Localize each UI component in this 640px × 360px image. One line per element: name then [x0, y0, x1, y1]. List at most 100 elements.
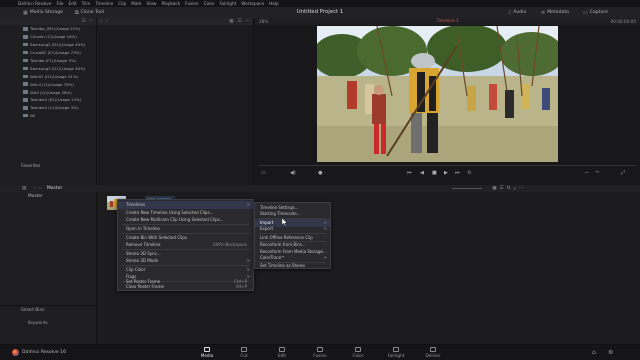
drive-item[interactable]: Wdc01 (H1)(Usage 51%) [0, 72, 96, 80]
menu-item-label: Stereo 3D Sync... [126, 251, 161, 256]
mark-out-icon[interactable]: ¬ [595, 170, 599, 176]
menu-file[interactable]: File [56, 1, 63, 6]
transport-controls: ▭ ◀) · ● · ⏮ ◀ ■ ▶ ⏭ ⟲ ⌐ ¬ ⤢ [255, 169, 640, 179]
submenu-item-export[interactable]: Export > [255, 225, 330, 233]
menu-color[interactable]: Color [204, 1, 215, 6]
menu-workspace[interactable]: Workspace [241, 1, 264, 6]
menu-item-stereo-mode[interactable]: Stereo 3D Mode > [118, 257, 253, 265]
menu-item-label: Stereo 3D Mode [126, 258, 159, 263]
fullscreen-icon[interactable]: ⤢ [621, 170, 625, 176]
menu-edit[interactable]: Edit [68, 1, 76, 6]
loop-icon[interactable]: ⟲ [467, 170, 471, 176]
menu-fusion[interactable]: Fusion [185, 1, 198, 6]
menu-timeline[interactable]: Timeline [95, 1, 113, 6]
grid-view-icon[interactable]: ▦ [229, 19, 233, 24]
page-deliver[interactable]: Deliver [418, 347, 448, 360]
drive-item[interactable]: Wd4 (J1)(Usage 26%) [0, 88, 96, 96]
stop-icon[interactable]: ■ [432, 170, 437, 176]
drive-item[interactable]: Wdc4 (I1)(Usage 79%) [0, 80, 96, 88]
menu-clip[interactable]: Clip [118, 1, 126, 6]
menu-playback[interactable]: Playback [161, 1, 180, 6]
viewer-scrubber[interactable] [259, 165, 636, 166]
page-edit[interactable]: Edit [267, 347, 297, 360]
drive-item[interactable]: Toshiba4 (K1)(Usage 13%) [0, 96, 96, 104]
menu-mark[interactable]: Mark [131, 1, 141, 6]
clone-tool-button[interactable]: ⧉ Clone Tool [72, 7, 107, 18]
more-options-icon[interactable]: ⋯ [89, 19, 94, 24]
page-fusion[interactable]: Fusion [305, 347, 335, 360]
forward-icon[interactable]: › [39, 186, 41, 191]
timeline-name[interactable]: Timeline 1 [255, 19, 640, 24]
menu-item-timelines[interactable]: Timelines > [118, 201, 253, 209]
submenu-arrow-icon: > [246, 202, 250, 207]
submenu-item-colortrace[interactable]: ColorTrace™ > [255, 254, 330, 262]
list-view-icon[interactable]: ☰ [500, 186, 504, 191]
drive-icon [23, 35, 28, 39]
bin-list-toggle-icon[interactable]: ▤ [22, 186, 26, 191]
edit-page-icon [279, 347, 285, 352]
drive-item[interactable]: NS [0, 112, 96, 120]
fairlight-page-icon [393, 347, 399, 352]
thumbnail-view-icon[interactable]: ▦ [492, 186, 496, 191]
menu-view[interactable]: View [147, 1, 157, 6]
forward-icon[interactable]: › [106, 19, 108, 24]
submenu-arrow-icon: > [323, 255, 327, 260]
page-media[interactable]: Media [192, 347, 222, 360]
page-cut[interactable]: Cut [229, 347, 259, 360]
play-reverse-icon[interactable]: ◀ [420, 170, 424, 176]
back-icon[interactable]: ‹ [100, 19, 102, 24]
drive-item[interactable]: Chuveh (C)(Usage 16%) [0, 33, 96, 41]
bin-master[interactable]: Master [28, 194, 43, 199]
smart-bins-panel: Smart Bins Keywords [0, 305, 97, 344]
page-color[interactable]: Color [343, 347, 373, 360]
monitor-view-icon[interactable]: ▭ [261, 170, 266, 176]
drive-item[interactable]: Toshiba4 (L1)(Usage 3%) [0, 104, 96, 112]
drive-item[interactable]: Samsung3 (G1)(Usage 40%) [0, 64, 96, 72]
drive-icon [23, 74, 28, 79]
drive-item[interactable]: Toshiba (F1)(Usage 3%) [0, 57, 96, 65]
zoom-slider[interactable] [452, 188, 483, 189]
menu-fairlight[interactable]: Fairlight [220, 1, 237, 6]
browser-header: ‹ › ▦ ☰ ⋯ [97, 18, 253, 25]
drive-list: Toshiba_(M1)(Usage 21%) Chuveh (C)(Usage … [0, 25, 96, 120]
menu-item-create-multicam[interactable]: Create New Multicam Clip Using Selected … [118, 216, 253, 224]
media-storage-icon: ▦ [23, 9, 28, 16]
menu-item-clear-poster-frame[interactable]: Clear Poster Frame Alt+P [118, 284, 253, 290]
media-storage-button[interactable]: ▦ Media Storage [20, 7, 66, 18]
capture-button[interactable]: ▭ Capture [580, 7, 611, 18]
settings-gear-icon[interactable]: ⚙ [608, 349, 613, 356]
smart-bin-keywords[interactable]: Keywords [28, 320, 48, 325]
back-icon[interactable]: ‹ [34, 186, 36, 191]
menu-item-open-in-timeline[interactable]: Open in Timeline [118, 225, 253, 233]
play-icon[interactable]: ▶ [444, 170, 448, 176]
mark-in-icon[interactable]: ⌐ [585, 170, 589, 176]
menu-item-label: Clip Color [126, 267, 146, 272]
drive-item[interactable]: Toshiba_(M1)(Usage 21%) [0, 25, 96, 33]
more-options-icon[interactable]: ⋯ [519, 186, 524, 191]
menu-app[interactable]: DaVinci Resolve [18, 1, 51, 6]
jog-control[interactable]: · ● · [315, 170, 326, 176]
jump-end-icon[interactable]: ⏭ [455, 170, 460, 176]
search-icon[interactable]: ⌕ [513, 186, 516, 192]
drive-icon [23, 90, 28, 94]
more-options-icon[interactable]: ⋯ [246, 19, 251, 24]
drive-item[interactable]: CruzaBC (E1)(Usage 73%) [0, 49, 96, 57]
menu-item-remove-timeline[interactable]: Remove Timeline Shift+Backspace [118, 241, 253, 249]
drive-label: Samsung3 (G1)(Usage 40%) [30, 65, 86, 71]
sort-icon[interactable]: ⇅ [507, 186, 511, 191]
capture-label: Capture [589, 10, 608, 15]
fusion-page-icon [317, 347, 323, 352]
page-fairlight[interactable]: Fairlight [381, 347, 411, 360]
home-icon[interactable]: ⌂ [592, 349, 596, 356]
metadata-button[interactable]: ≡ Metadata [538, 7, 572, 18]
audio-button[interactable]: ♪ Audio [505, 7, 529, 18]
submenu-item-set-stereo[interactable]: Set Timeline as Stereo [255, 262, 330, 270]
submenu-item-starting-timecode[interactable]: Starting Timecode... [255, 210, 330, 218]
drive-item[interactable]: Samsung2 (D1)(Usage 49%) [0, 41, 96, 49]
audio-scrub-icon[interactable]: ◀) [290, 170, 296, 176]
jump-start-icon[interactable]: ⏮ [407, 170, 412, 176]
list-view-icon[interactable]: ☰ [237, 19, 241, 24]
menu-trim[interactable]: Trim [82, 1, 91, 6]
menu-help[interactable]: Help [269, 1, 279, 6]
list-view-icon[interactable]: ☰ [81, 19, 85, 24]
